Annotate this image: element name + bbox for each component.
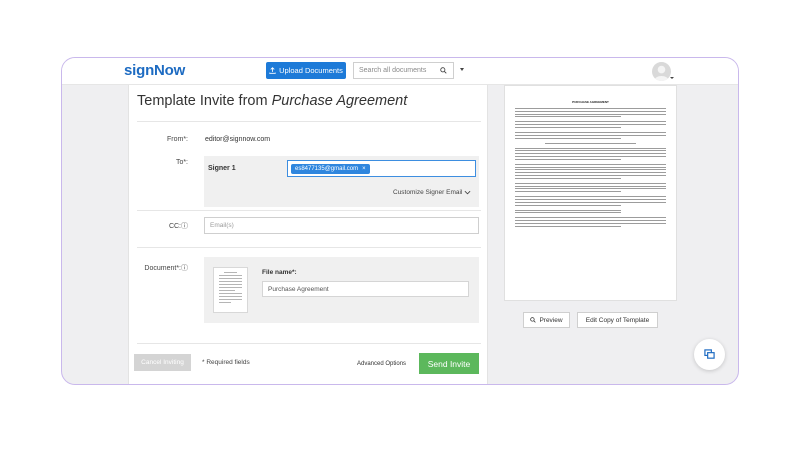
document-preview[interactable]: PURCHASE AGREEMENT (504, 85, 677, 301)
send-invite-button[interactable]: Send Invite (419, 353, 479, 374)
preview-button-label: Preview (539, 316, 563, 324)
divider (137, 210, 481, 211)
file-name-label: File name*: (262, 269, 297, 276)
upload-documents-button[interactable]: Upload Documents (266, 62, 346, 79)
signer-email-field[interactable]: es8477135@gmail.com × (287, 160, 476, 177)
file-name-field[interactable]: Purchase Agreement (262, 281, 469, 297)
customize-label: Customize Signer Email (393, 189, 463, 196)
user-avatar[interactable] (652, 62, 671, 81)
customize-signer-email-link[interactable]: Customize Signer Email (393, 189, 471, 196)
page-title: Template Invite from Purchase Agreement (137, 93, 407, 109)
search-dropdown-caret-icon[interactable] (460, 68, 464, 71)
avatar-caret-icon[interactable] (670, 77, 674, 79)
upload-documents-label: Upload Documents (279, 66, 343, 75)
from-value: editor@signnow.com (205, 136, 271, 143)
cc-label-text: CC: (168, 223, 181, 230)
cancel-inviting-button[interactable]: Cancel Inviting (134, 354, 191, 371)
required-fields-note: * Required fields (202, 359, 250, 366)
signnow-logo[interactable]: signNow (124, 62, 185, 79)
invite-form-panel: Template Invite from Purchase Agreement … (128, 85, 488, 384)
email-chip[interactable]: es8477135@gmail.com × (291, 164, 370, 174)
search-input[interactable]: Search all documents (353, 62, 454, 79)
user-icon (653, 65, 670, 81)
chevron-down-icon (464, 190, 471, 195)
upload-icon (269, 67, 276, 74)
search-icon[interactable] (440, 67, 447, 74)
chat-fab-button[interactable] (694, 339, 725, 370)
advanced-options-link[interactable]: Advanced Options (357, 361, 406, 367)
edit-copy-label: Edit Copy of Template (585, 316, 650, 324)
title-prefix: Template Invite from (137, 93, 272, 109)
to-label: To*: (175, 159, 188, 166)
file-name-value: Purchase Agreement (268, 285, 329, 293)
document-label-text: Document*: (144, 265, 181, 272)
preview-heading: PURCHASE AGREEMENT (572, 100, 609, 104)
chip-close-icon[interactable]: × (362, 166, 366, 172)
from-label: From*: (167, 136, 188, 143)
preview-button[interactable]: Preview (523, 312, 570, 328)
signer-label: Signer 1 (208, 165, 236, 172)
zoom-icon (530, 317, 537, 323)
email-chip-text: es8477135@gmail.com (295, 166, 359, 172)
document-thumbnail[interactable] (213, 267, 248, 313)
document-label: Document*:ⓘ (133, 263, 188, 273)
signer-row: Signer 1 es8477135@gmail.com × Customize… (204, 156, 479, 207)
document-row: File name*: Purchase Agreement (204, 257, 479, 323)
edit-copy-of-template-button[interactable]: Edit Copy of Template (577, 312, 658, 328)
chat-icon (704, 349, 715, 359)
cc-email-field[interactable]: Email(s) (204, 217, 479, 234)
cc-placeholder: Email(s) (210, 222, 234, 229)
top-bar: signNow Upload Documents Search all docu… (62, 58, 738, 85)
info-icon[interactable]: ⓘ (181, 223, 188, 230)
search-placeholder: Search all documents (359, 67, 427, 74)
info-icon[interactable]: ⓘ (181, 265, 188, 272)
divider (137, 343, 481, 344)
title-document-name: Purchase Agreement (271, 93, 408, 109)
cc-label: CC:ⓘ (133, 221, 188, 231)
app-window: signNow Upload Documents Search all docu… (61, 57, 739, 385)
divider (137, 121, 481, 122)
divider (137, 247, 481, 248)
